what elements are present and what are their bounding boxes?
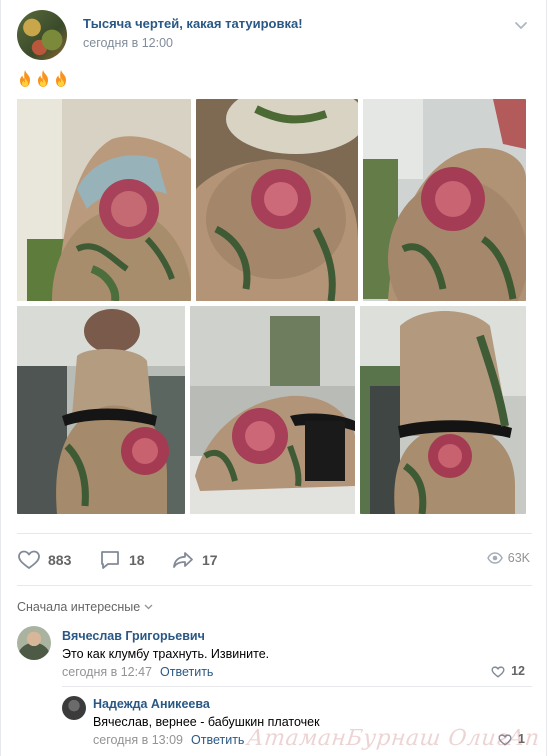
reply-meta: сегодня в 13:09 Ответить — [93, 733, 244, 747]
share-button[interactable]: 17 — [171, 548, 218, 572]
share-icon — [173, 552, 193, 568]
comment-author-link[interactable]: Вячеслав Григорьевич — [62, 629, 205, 643]
sort-label: Сначала интересные — [17, 600, 141, 614]
views-counter: 63K — [486, 551, 530, 565]
group-avatar[interactable] — [17, 10, 67, 60]
comment-icon — [101, 551, 119, 569]
heart-icon — [18, 550, 40, 569]
heart-icon — [491, 665, 505, 678]
post-photo[interactable] — [190, 306, 355, 514]
post-text: 🔥🔥🔥 — [17, 69, 69, 89]
reply-button[interactable]: Ответить — [191, 733, 244, 747]
post-photo[interactable] — [363, 99, 526, 301]
reply-time[interactable]: сегодня в 13:09 — [93, 733, 183, 747]
watermark: АтаманБурнаш ОлигАп — [246, 726, 542, 751]
post-photo[interactable] — [196, 99, 358, 301]
views-count: 63K — [507, 551, 530, 565]
reply-author-link[interactable]: Надежда Аникеева — [93, 697, 210, 711]
fire-icon — [20, 70, 30, 87]
eye-icon — [486, 552, 503, 564]
divider — [17, 533, 532, 534]
divider — [62, 686, 532, 687]
avatar[interactable] — [17, 626, 51, 660]
comment-time[interactable]: сегодня в 12:47 — [62, 665, 152, 679]
divider — [17, 585, 532, 586]
fire-icon — [56, 70, 66, 87]
fire-icon — [38, 70, 48, 87]
comment-text: Это как клумбу трахнуть. Извините. — [62, 647, 270, 661]
post-photo[interactable] — [17, 306, 185, 514]
avatar[interactable] — [62, 696, 86, 720]
share-count: 17 — [202, 552, 218, 568]
like-button[interactable]: 883 — [17, 548, 71, 572]
post-header: Тысяча чертей, какая татуировка! сегодня… — [17, 10, 532, 62]
reply-button[interactable]: Ответить — [160, 665, 213, 679]
post-photo[interactable] — [360, 306, 526, 514]
comment-button[interactable]: 18 — [98, 548, 145, 572]
post-photo[interactable] — [17, 99, 191, 301]
chevron-down-icon[interactable] — [514, 18, 528, 32]
group-name-link[interactable]: Тысяча чертей, какая татуировка! — [83, 16, 303, 31]
comment-count: 18 — [129, 552, 145, 568]
wall-post: Тысяча чертей, какая татуировка! сегодня… — [0, 0, 547, 756]
post-date[interactable]: сегодня в 12:00 — [83, 36, 173, 50]
comment-like-count: 12 — [511, 664, 525, 678]
comments-sort-dropdown[interactable]: Сначала интересные — [17, 600, 153, 614]
chevron-down-icon — [144, 604, 153, 610]
like-count: 883 — [48, 552, 72, 568]
comment-meta: сегодня в 12:47 Ответить — [62, 665, 213, 679]
comment-like-button[interactable]: 12 — [491, 664, 525, 678]
